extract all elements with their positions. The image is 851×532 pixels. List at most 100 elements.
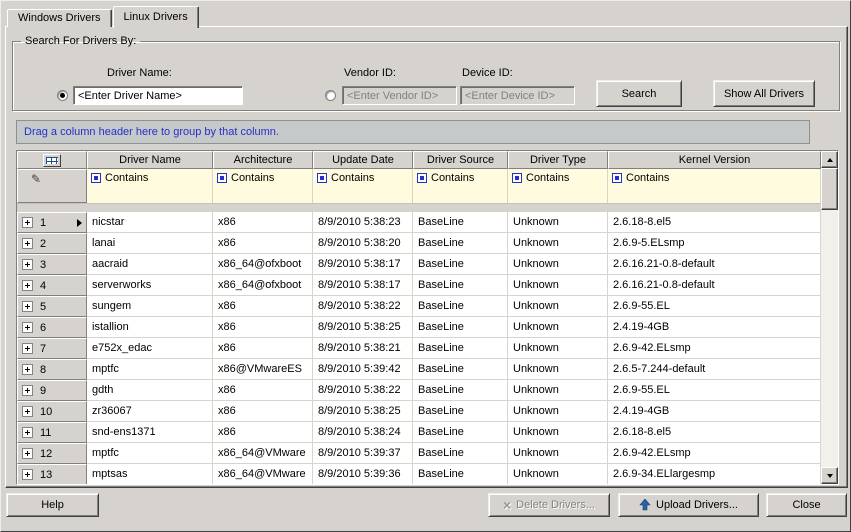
cell[interactable]: BaseLine	[413, 443, 508, 464]
filter-cell[interactable]: Contains	[608, 169, 821, 203]
column-header-architecture[interactable]: Architecture	[213, 151, 313, 169]
row-header[interactable]: 10	[17, 401, 87, 422]
cell[interactable]: Unknown	[508, 359, 608, 380]
cell[interactable]: BaseLine	[413, 212, 508, 233]
cell[interactable]: zr36067	[87, 401, 213, 422]
group-by-bar[interactable]: Drag a column header here to group by th…	[16, 120, 810, 144]
cell[interactable]: 8/9/2010 5:38:22	[313, 296, 413, 317]
row-header[interactable]: 1	[17, 212, 87, 233]
vertical-scrollbar[interactable]	[821, 151, 838, 484]
table-row[interactable]: 6istallionx868/9/2010 5:38:25BaseLineUnk…	[17, 317, 821, 338]
cell[interactable]: x86_64@ofxboot	[213, 275, 313, 296]
cell[interactable]: Unknown	[508, 443, 608, 464]
cell[interactable]: BaseLine	[413, 275, 508, 296]
table-row[interactable]: 2lanaix868/9/2010 5:38:20BaseLineUnknown…	[17, 233, 821, 254]
cell[interactable]: Unknown	[508, 422, 608, 443]
cell[interactable]: BaseLine	[413, 317, 508, 338]
cell[interactable]: 8/9/2010 5:38:17	[313, 275, 413, 296]
cell[interactable]: BaseLine	[413, 296, 508, 317]
cell[interactable]: 8/9/2010 5:38:20	[313, 233, 413, 254]
expand-icon[interactable]	[22, 448, 33, 459]
scroll-up-button[interactable]	[821, 151, 838, 168]
cell[interactable]: 2.6.9-55.EL	[608, 380, 821, 401]
filter-cell[interactable]: Contains	[413, 169, 508, 203]
cell[interactable]: x86_64@ofxboot	[213, 254, 313, 275]
expand-icon[interactable]	[22, 301, 33, 312]
filter-cell[interactable]: Contains	[508, 169, 608, 203]
table-row[interactable]: 8mptfcx86@VMwareES8/9/2010 5:39:42BaseLi…	[17, 359, 821, 380]
delete-drivers-button[interactable]: × Delete Drivers...	[488, 493, 610, 517]
cell[interactable]: x86_64@VMware	[213, 464, 313, 484]
row-header[interactable]: 11	[17, 422, 87, 443]
row-header[interactable]: 3	[17, 254, 87, 275]
column-header-driver-source[interactable]: Driver Source	[413, 151, 508, 169]
filter-condition-icon[interactable]	[417, 173, 427, 183]
cell[interactable]: 2.6.5-7.244-default	[608, 359, 821, 380]
cell[interactable]: mptsas	[87, 464, 213, 484]
table-row[interactable]: 3aacraidx86_64@ofxboot8/9/2010 5:38:17Ba…	[17, 254, 821, 275]
cell[interactable]: Unknown	[508, 317, 608, 338]
row-header[interactable]: 7	[17, 338, 87, 359]
filter-condition-icon[interactable]	[317, 173, 327, 183]
cell[interactable]: Unknown	[508, 233, 608, 254]
table-row[interactable]: 5sungemx868/9/2010 5:38:22BaseLineUnknow…	[17, 296, 821, 317]
row-header[interactable]: 4	[17, 275, 87, 296]
cell[interactable]: 2.6.16.21-0.8-default	[608, 275, 821, 296]
column-header-driver-name[interactable]: Driver Name	[87, 151, 213, 169]
cell[interactable]: 8/9/2010 5:39:37	[313, 443, 413, 464]
expand-icon[interactable]	[22, 217, 33, 228]
row-header[interactable]: 8	[17, 359, 87, 380]
cell[interactable]: 2.6.9-55.EL	[608, 296, 821, 317]
cell[interactable]: 8/9/2010 5:38:21	[313, 338, 413, 359]
cell[interactable]: 2.6.18-8.el5	[608, 422, 821, 443]
cell[interactable]: x86	[213, 338, 313, 359]
vendor-id-input[interactable]	[342, 86, 457, 105]
cell[interactable]: BaseLine	[413, 254, 508, 275]
table-row[interactable]: 13mptsasx86_64@VMware8/9/2010 5:39:36Bas…	[17, 464, 821, 484]
filter-condition-icon[interactable]	[612, 173, 622, 183]
cell[interactable]: 2.6.18-8.el5	[608, 212, 821, 233]
cell[interactable]: 2.4.19-4GB	[608, 317, 821, 338]
tab-windows-drivers[interactable]: Windows Drivers	[7, 9, 112, 27]
cell[interactable]: 2.6.16.21-0.8-default	[608, 254, 821, 275]
cell[interactable]: Unknown	[508, 275, 608, 296]
cell[interactable]: 2.6.9-42.ELsmp	[608, 443, 821, 464]
cell[interactable]: 8/9/2010 5:38:17	[313, 254, 413, 275]
cell[interactable]: e752x_edac	[87, 338, 213, 359]
cell[interactable]: 8/9/2010 5:39:36	[313, 464, 413, 484]
table-row[interactable]: 10zr36067x868/9/2010 5:38:25BaseLineUnkn…	[17, 401, 821, 422]
cell[interactable]: Unknown	[508, 380, 608, 401]
row-header[interactable]: 2	[17, 233, 87, 254]
cell[interactable]: BaseLine	[413, 359, 508, 380]
expand-icon[interactable]	[22, 280, 33, 291]
table-row[interactable]: 4serverworksx86_64@ofxboot8/9/2010 5:38:…	[17, 275, 821, 296]
expand-icon[interactable]	[22, 406, 33, 417]
cell[interactable]: Unknown	[508, 296, 608, 317]
expand-icon[interactable]	[22, 343, 33, 354]
grid-corner-header[interactable]	[17, 151, 87, 169]
cell[interactable]: x86	[213, 317, 313, 338]
close-button[interactable]: Close	[766, 493, 847, 517]
cell[interactable]: BaseLine	[413, 422, 508, 443]
row-header[interactable]: 12	[17, 443, 87, 464]
expand-icon[interactable]	[22, 238, 33, 249]
cell[interactable]: BaseLine	[413, 233, 508, 254]
tab-linux-drivers[interactable]: Linux Drivers	[113, 6, 199, 28]
row-header[interactable]: 13	[17, 464, 87, 484]
cell[interactable]: gdth	[87, 380, 213, 401]
cell[interactable]: sungem	[87, 296, 213, 317]
row-header[interactable]: 5	[17, 296, 87, 317]
filter-cell[interactable]: Contains	[213, 169, 313, 203]
cell[interactable]: serverworks	[87, 275, 213, 296]
cell[interactable]: x86@VMwareES	[213, 359, 313, 380]
cell[interactable]: Unknown	[508, 212, 608, 233]
cell[interactable]: BaseLine	[413, 464, 508, 484]
expand-icon[interactable]	[22, 322, 33, 333]
cell[interactable]: x86	[213, 296, 313, 317]
help-button[interactable]: Help	[6, 493, 99, 517]
expand-icon[interactable]	[22, 364, 33, 375]
cell[interactable]: Unknown	[508, 464, 608, 484]
scroll-down-button[interactable]	[821, 467, 838, 484]
cell[interactable]: 2.6.9-5.ELsmp	[608, 233, 821, 254]
cell[interactable]: nicstar	[87, 212, 213, 233]
